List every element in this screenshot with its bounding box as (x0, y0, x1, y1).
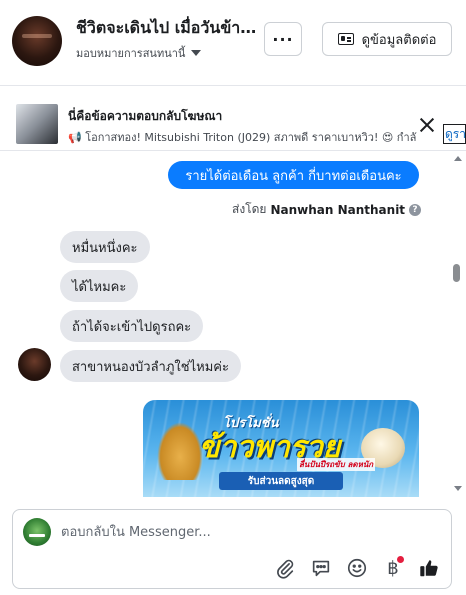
ad-thumbnail[interactable] (16, 104, 58, 144)
promo-image-message[interactable]: โปรโมชั่น ข้าวพารวย ลื่นปันปีรถขับ ลดหนั… (143, 400, 419, 497)
view-contact-label: ดูข้อมูลติดต่อ (361, 32, 437, 48)
conversation-title[interactable]: ชีวิตจะเดินไป เมื่อวันข้างห... (76, 16, 262, 41)
message-scrollbar[interactable] (452, 152, 462, 497)
scroll-thumb[interactable] (453, 264, 460, 282)
scroll-down-arrow-icon[interactable] (454, 486, 462, 491)
incoming-message: ถ้าได้จะเข้าไปดูรถคะ (60, 310, 204, 342)
incoming-message: สาขาหนองบัวลำภูใช่ไหมค่ะ (60, 350, 241, 382)
caret-down-icon (191, 50, 202, 56)
sent-by-line: ส่งโดย Nanwhan Nanthanit ? (232, 200, 422, 219)
more-options-button[interactable]: ··· (264, 22, 302, 56)
message-thread: รายได้ต่อเดือน ลูกค้า กี่บาทต่อเดือนคะ ส… (0, 152, 452, 497)
assign-conversation-dropdown[interactable]: มอบหมายการสนทนานี้ (76, 44, 202, 62)
ad-reply-title: นี่คือข้อความตอบกลับโฆษณา (68, 109, 223, 123)
sender-name: Nanwhan Nanthanit (270, 202, 406, 217)
outgoing-message: รายได้ต่อเดือน ลูกค้า กี่บาทต่อเดือนคะ (168, 161, 419, 189)
promo-tag: ลื่นปันปีรถขับ ลดหนัก (297, 458, 376, 471)
notification-dot (397, 556, 404, 563)
baht-icon[interactable]: ฿ (381, 556, 405, 580)
scroll-up-arrow-icon[interactable] (454, 156, 462, 161)
contact-card-icon (337, 33, 354, 45)
reply-input[interactable] (61, 522, 421, 542)
chat-bubble-icon[interactable] (309, 556, 333, 580)
sent-by-prefix: ส่งโดย (232, 202, 267, 216)
ad-reply-banner: นี่คือข้อความตอบกลับโฆษณา 📢 โอกาสทอง! Mi… (0, 87, 466, 151)
incoming-message: หมื่นหนึ่งคะ (60, 231, 150, 263)
assign-label: มอบหมายการสนทนานี้ (76, 47, 186, 60)
view-ad-link[interactable]: ดูรา (443, 124, 466, 144)
message-composer: ฿ (12, 509, 452, 589)
thumbs-up-icon[interactable] (417, 556, 441, 580)
promo-band: รับส่วนลดสูงสุด (219, 472, 343, 490)
more-icon: ··· (272, 29, 294, 49)
ad-reply-text: 📢 โอกาสทอง! Mitsubishi Triton (J029) สภา… (68, 131, 417, 144)
page-avatar (23, 518, 51, 546)
paperclip-icon[interactable] (273, 556, 297, 580)
sender-avatar[interactable] (18, 348, 51, 381)
help-icon[interactable]: ? (409, 203, 422, 216)
view-contact-button[interactable]: ดูข้อมูลติดต่อ (322, 22, 452, 56)
close-icon[interactable] (418, 116, 436, 134)
contact-avatar[interactable] (12, 16, 62, 66)
conversation-header: ชีวิตจะเดินไป เมื่อวันข้างห... มอบหมายกา… (0, 0, 466, 86)
rice-grain-image (157, 422, 203, 480)
smiley-icon[interactable] (345, 556, 369, 580)
incoming-message: ได้ไหมคะ (60, 270, 139, 302)
